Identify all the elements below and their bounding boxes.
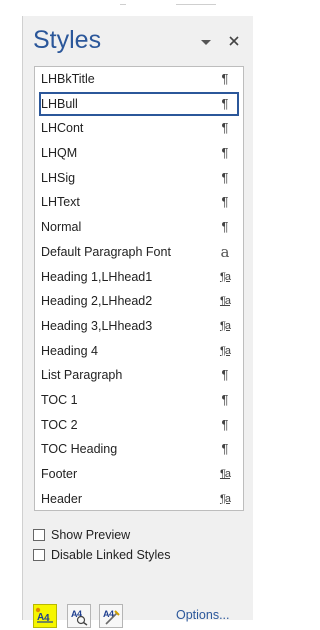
disable-linked-styles-label: Disable Linked Styles — [51, 548, 171, 562]
document-edge — [0, 0, 252, 16]
disable-linked-styles-checkbox[interactable] — [33, 549, 45, 561]
ruler-mark — [120, 0, 126, 5]
chevron-down-icon — [201, 40, 211, 45]
style-name: LHBull — [41, 96, 78, 111]
style-item[interactable]: TOC 2 ¶ — [35, 413, 243, 438]
style-item[interactable]: TOC Heading ¶ — [35, 437, 243, 462]
style-name: Heading 1,LHhead1 — [41, 269, 153, 284]
new-style-icon: A 4 — [35, 607, 53, 624]
character-style-icon: a — [220, 242, 230, 261]
style-inspector-icon: A 4 — [71, 609, 88, 626]
style-name: TOC 2 — [41, 417, 78, 432]
show-preview-checkbox[interactable] — [33, 529, 45, 541]
paragraph-style-icon: ¶ — [221, 441, 229, 457]
style-item[interactable]: Normal ¶ — [35, 215, 243, 240]
style-name: LHQM — [41, 146, 78, 161]
linked-style-icon: ¶a — [219, 319, 231, 332]
style-item[interactable]: Heading 3,LHhead3 ¶a — [35, 314, 243, 339]
style-name: Default Paragraph Font — [41, 244, 171, 259]
style-item[interactable]: LHText ¶ — [35, 190, 243, 215]
style-name: TOC 1 — [41, 392, 78, 407]
paragraph-style-icon: ¶ — [221, 219, 229, 235]
paragraph-style-icon: ¶ — [221, 120, 229, 136]
close-pane-button[interactable] — [223, 26, 245, 56]
style-name: Heading 3,LHhead3 — [41, 318, 153, 333]
style-name: TOC Heading — [41, 442, 118, 457]
paragraph-style-icon: ¶ — [221, 194, 229, 210]
paragraph-style-icon: ¶ — [221, 71, 229, 86]
style-item[interactable]: Heading 2,LHhead2 ¶a — [35, 289, 243, 314]
style-item[interactable]: TOC 1 ¶ — [35, 388, 243, 413]
paragraph-style-icon: ¶ — [221, 95, 229, 111]
close-icon — [229, 36, 239, 46]
style-item[interactable]: LHCont ¶ — [35, 116, 243, 141]
show-preview-label: Show Preview — [51, 528, 131, 542]
style-inspector-button[interactable]: A 4 — [67, 604, 91, 628]
pane-header: Styles — [23, 16, 253, 60]
style-item[interactable]: Header ¶a — [35, 487, 243, 512]
style-name: List Paragraph — [41, 368, 123, 383]
style-name: LHCont — [41, 121, 84, 136]
paragraph-style-icon: ¶ — [221, 391, 229, 407]
style-name: Footer — [41, 467, 78, 481]
style-name: Normal — [41, 220, 82, 235]
paragraph-style-icon: ¶ — [221, 367, 229, 383]
style-name: Heading 4 — [41, 343, 98, 358]
style-item[interactable]: Footer ¶a — [35, 462, 243, 487]
manage-styles-icon: A 4 — [103, 609, 120, 625]
style-item[interactable]: Heading 1,LHhead1 ¶a — [35, 265, 243, 290]
style-item[interactable]: Default Paragraph Font a — [35, 240, 243, 265]
style-name: LHBkTitle — [41, 72, 95, 86]
style-item[interactable]: List Paragraph ¶ — [35, 363, 243, 388]
style-name: LHText — [41, 195, 80, 210]
style-name: Header — [41, 491, 82, 506]
style-item[interactable]: LHBkTitle ¶ — [35, 67, 243, 92]
style-item[interactable]: LHQM ¶ — [35, 141, 243, 166]
manage-styles-button[interactable]: A 4 — [99, 604, 123, 628]
paragraph-style-icon: ¶ — [221, 416, 229, 432]
show-preview-option[interactable]: Show Preview — [33, 526, 130, 544]
disable-linked-styles-option[interactable]: Disable Linked Styles — [33, 546, 171, 564]
pane-options-button[interactable] — [195, 26, 217, 56]
linked-style-icon: ¶a — [219, 344, 231, 357]
style-item[interactable]: LHBull ¶ — [39, 91, 239, 117]
linked-style-icon: ¶a — [219, 468, 231, 480]
pane-title: Styles — [33, 26, 102, 54]
style-item[interactable]: LHSig ¶ — [35, 166, 243, 191]
style-name: LHSig — [41, 170, 76, 185]
paragraph-style-icon: ¶ — [221, 169, 229, 185]
styles-pane: Styles LHBkTitle ¶ LHBull ¶ LHCont ¶ LHQM ¶ LHSi… — [22, 16, 253, 628]
style-list[interactable]: LHBkTitle ¶ LHBull ¶ LHCont ¶ LHQM ¶ LHSig ¶ LHTex… — [34, 66, 244, 511]
linked-style-icon: ¶a — [219, 492, 231, 505]
ruler-mark — [176, 0, 216, 5]
paragraph-style-icon: ¶ — [221, 145, 229, 161]
linked-style-icon: ¶a — [219, 270, 231, 283]
style-name: Heading 2,LHhead2 — [41, 294, 153, 309]
style-item[interactable]: Heading 4 ¶a — [35, 339, 243, 364]
new-style-button[interactable]: A 4 — [33, 604, 57, 628]
linked-style-icon: ¶a — [219, 295, 231, 308]
